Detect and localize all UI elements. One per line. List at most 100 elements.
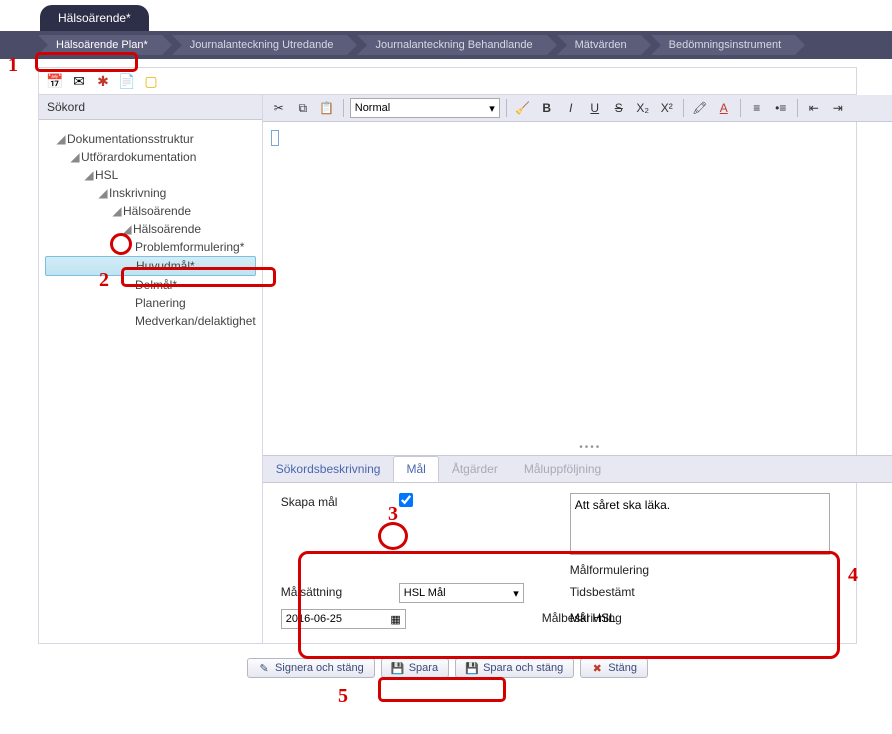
outdent-icon[interactable]: ⇤: [804, 98, 824, 118]
editor-toolbar: ✂ ⧉ 📋 Normal ▾ 🧹 B I U S X₂ X² 🖍 A: [263, 95, 892, 122]
input-tidsbestamt[interactable]: 2016-06-25 ▦: [281, 609, 406, 629]
puzzle-icon[interactable]: ✱: [95, 73, 111, 89]
tree-label: Hälsoärende: [133, 222, 201, 236]
save-close-icon: 💾: [466, 662, 478, 674]
select-malsattning[interactable]: HSL Mål ▾: [399, 583, 524, 603]
separator: [740, 99, 741, 117]
form-area: Skapa mål Målformulering Målsättning HSL…: [263, 482, 892, 643]
strike-icon[interactable]: S: [609, 98, 629, 118]
breadcrumb-item-utredande[interactable]: Journalanteckning Utredande: [172, 35, 348, 55]
tree-node-medverkan[interactable]: Medverkan/delaktighet: [45, 312, 256, 330]
tree-label: Planering: [135, 296, 186, 310]
breadcrumb-item-behandlande[interactable]: Journalanteckning Behandlande: [357, 35, 546, 55]
bold-icon[interactable]: B: [537, 98, 557, 118]
annotation-number-4: 4: [848, 564, 858, 587]
tab-atgarder[interactable]: Åtgärder: [439, 456, 511, 482]
tree-node-planering[interactable]: Planering: [45, 294, 256, 312]
pen-icon: ✎: [258, 662, 270, 674]
button-label: Signera och stäng: [275, 662, 364, 674]
checkbox-skapa-mal[interactable]: [399, 493, 413, 507]
list-ol-icon[interactable]: ≡: [747, 98, 767, 118]
label-malformulering: Målformulering: [570, 561, 892, 577]
chevron-down-icon: ▾: [489, 102, 495, 115]
separator: [683, 99, 684, 117]
textarea-malformulering[interactable]: Att såret ska läka.: [570, 493, 830, 555]
spara-stang-button[interactable]: 💾 Spara och stäng: [455, 658, 574, 678]
separator: [797, 99, 798, 117]
label-malsattning: Målsättning: [281, 583, 391, 599]
chevron-down-icon: ▾: [513, 587, 519, 600]
tree-node-problemformulering[interactable]: Problemformulering*: [45, 238, 256, 256]
indent-icon[interactable]: ⇥: [828, 98, 848, 118]
button-label: Spara och stäng: [483, 662, 563, 674]
label-tidsbestamt: Tidsbestämt: [570, 583, 892, 599]
tree-label: Problemformulering*: [135, 240, 244, 254]
tree-label: Delmål*: [135, 278, 177, 292]
tree-label: Medverkan/delaktighet: [135, 314, 256, 328]
main-tab-halsoarende[interactable]: Hälsoärende*: [40, 5, 149, 31]
editor-cursor: [271, 130, 279, 146]
list-ul-icon[interactable]: •≡: [771, 98, 791, 118]
label-malbeskrivning: Målbeskrivning: [542, 609, 562, 625]
annotation-number-5: 5: [338, 685, 348, 708]
tree-label: Inskrivning: [109, 186, 166, 200]
tree-node-inskrivning[interactable]: ◢Inskrivning: [45, 184, 256, 202]
tree-label: Dokumentationsstruktur: [67, 132, 194, 146]
clear-format-icon[interactable]: 🧹: [513, 98, 533, 118]
tab-sokordsbeskrivning[interactable]: Sökordsbeskrivning: [263, 456, 394, 482]
tree-node-hsl[interactable]: ◢HSL: [45, 166, 256, 184]
annotation-number-2: 2: [99, 269, 109, 292]
tree-node-huvudmal[interactable]: Huvudmål*: [45, 256, 256, 276]
drag-handle[interactable]: ••••: [263, 440, 892, 455]
breadcrumb-item-bedomning[interactable]: Bedömningsinstrument: [651, 35, 796, 55]
font-color-icon[interactable]: A: [714, 98, 734, 118]
stang-button[interactable]: ✖ Stäng: [580, 658, 648, 678]
paste-icon[interactable]: 📋: [317, 98, 337, 118]
tree-label: Hälsoärende: [123, 204, 191, 218]
breadcrumb-item-plan[interactable]: Hälsoärende Plan*: [38, 35, 162, 55]
breadcrumb-item-matvarden[interactable]: Mätvärden: [557, 35, 641, 55]
calendar-icon[interactable]: ▦: [390, 613, 400, 626]
tree-label: Huvudmål*: [136, 259, 195, 273]
italic-icon[interactable]: I: [561, 98, 581, 118]
editor-area[interactable]: [263, 122, 892, 440]
select-value: HSL Mål: [404, 587, 446, 599]
tree-node-dokumentationsstruktur[interactable]: ◢Dokumentationsstruktur: [45, 130, 256, 148]
highlight-icon[interactable]: 🖍: [690, 98, 710, 118]
mail-icon[interactable]: ✉: [71, 73, 87, 89]
action-buttons: ✎ Signera och stäng 💾 Spara 💾 Spara och …: [38, 644, 857, 692]
button-label: Spara: [409, 662, 438, 674]
tab-maluppfoljning[interactable]: Måluppföljning: [511, 456, 614, 482]
separator: [343, 99, 344, 117]
note-icon[interactable]: ▢: [143, 73, 159, 89]
document-icon[interactable]: 📄: [119, 73, 135, 89]
subtabs: Sökordsbeskrivning Mål Åtgärder Måluppfö…: [263, 455, 892, 482]
annotation-number-1: 1: [8, 54, 18, 77]
format-select[interactable]: Normal ▾: [350, 98, 500, 118]
close-icon: ✖: [591, 662, 603, 674]
tree: ◢Dokumentationsstruktur ◢Utförardokument…: [39, 120, 262, 643]
superscript-icon[interactable]: X²: [657, 98, 677, 118]
icon-toolbar: 📅 ✉ ✱ 📄 ▢: [38, 67, 857, 94]
tree-node-utforardokumentation[interactable]: ◢Utförardokumentation: [45, 148, 256, 166]
cut-icon[interactable]: ✂: [269, 98, 289, 118]
button-label: Stäng: [608, 662, 637, 674]
underline-icon[interactable]: U: [585, 98, 605, 118]
tree-node-delmal[interactable]: Delmål*: [45, 276, 256, 294]
spara-button[interactable]: 💾 Spara: [381, 658, 449, 678]
tree-node-halsoarende-group[interactable]: ◢Hälsoärende: [45, 202, 256, 220]
copy-icon[interactable]: ⧉: [293, 98, 313, 118]
separator: [506, 99, 507, 117]
subscript-icon[interactable]: X₂: [633, 98, 653, 118]
label-skapa-mal: Skapa mål: [281, 493, 391, 509]
calendar-icon[interactable]: 📅: [47, 73, 63, 89]
tree-node-halsoarende[interactable]: ◢Hälsoärende: [45, 220, 256, 238]
tab-mal[interactable]: Mål: [393, 456, 438, 482]
value-malbeskrivning: Mål HSL: [570, 609, 892, 625]
format-value: Normal: [355, 102, 390, 114]
breadcrumb: Hälsoärende Plan* Journalanteckning Utre…: [0, 31, 892, 59]
date-value: 2016-06-25: [286, 613, 342, 625]
signera-button[interactable]: ✎ Signera och stäng: [247, 658, 375, 678]
left-panel-title: Sökord: [39, 95, 262, 120]
tree-label: Utförardokumentation: [81, 150, 196, 164]
